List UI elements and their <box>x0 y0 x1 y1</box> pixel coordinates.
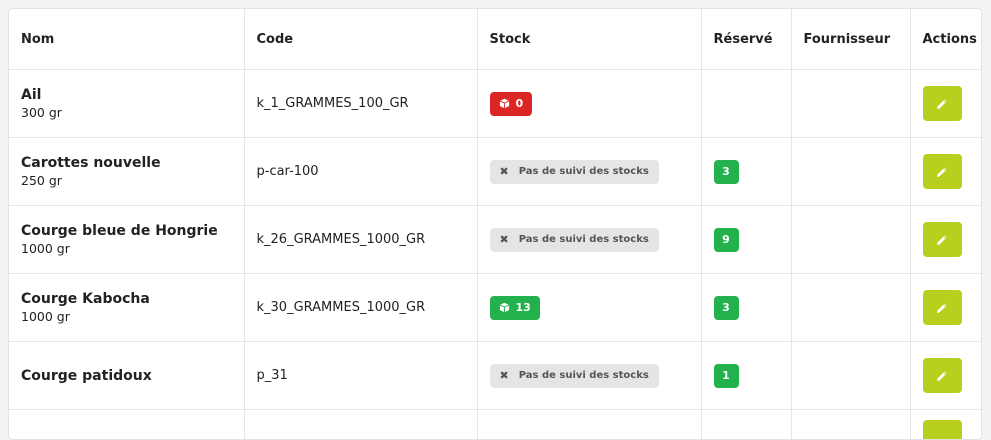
cell-actions <box>910 410 981 440</box>
header-nom: Nom <box>9 9 244 70</box>
product-quantity: 250 gr <box>21 172 232 190</box>
product-code: k_26_GRAMMES_1000_GR <box>257 232 426 247</box>
product-code: k_1_GRAMMES_100_GR <box>257 96 409 111</box>
cell-code: k_30_GRAMMES_1000_GR <box>244 274 477 342</box>
product-name: Courge Kabocha <box>21 290 232 308</box>
edit-button[interactable] <box>923 290 962 325</box>
table-row: Courge patidoux p_31 ✖ Pas de suivi des … <box>9 342 981 410</box>
reserve-badge: 3 <box>714 296 739 320</box>
table-row <box>9 410 981 440</box>
close-icon: ✖ <box>500 165 509 178</box>
cell-stock: ✖ Pas de suivi des stocks <box>477 206 701 274</box>
product-quantity: 1000 gr <box>21 240 232 258</box>
cell-fournisseur <box>791 206 910 274</box>
edit-button[interactable] <box>923 222 962 257</box>
cell-reserve: 9 <box>701 206 791 274</box>
product-quantity: 1000 gr <box>21 308 232 326</box>
product-quantity: 300 gr <box>21 104 232 122</box>
cell-nom <box>9 410 244 440</box>
reserve-badge: 9 <box>714 228 739 252</box>
cell-reserve <box>701 410 791 440</box>
edit-button[interactable] <box>923 420 962 440</box>
cell-code: k_1_GRAMMES_100_GR <box>244 70 477 138</box>
products-panel: Nom Code Stock Réservé Fournisseur Actio… <box>8 8 982 440</box>
pencil-icon <box>936 234 948 246</box>
header-code: Code <box>244 9 477 70</box>
products-table: Nom Code Stock Réservé Fournisseur Actio… <box>9 9 981 440</box>
header-reserve: Réservé <box>701 9 791 70</box>
product-code: p-car-100 <box>257 164 319 179</box>
cell-actions <box>910 70 981 138</box>
cell-code <box>244 410 477 440</box>
header-actions: Actions <box>910 9 981 70</box>
reserve-badge: 1 <box>714 364 739 388</box>
table-row: Ail 300 gr k_1_GRAMMES_100_GR 0 <box>9 70 981 138</box>
stock-label: Pas de suivi des stocks <box>519 166 649 177</box>
cell-nom: Courge bleue de Hongrie 1000 gr <box>9 206 244 274</box>
cell-nom: Courge patidoux <box>9 342 244 410</box>
pencil-icon <box>936 370 948 382</box>
edit-button[interactable] <box>923 154 962 189</box>
close-icon: ✖ <box>500 369 509 382</box>
cell-code: p-car-100 <box>244 138 477 206</box>
cell-nom: Carottes nouvelle 250 gr <box>9 138 244 206</box>
cell-stock: ✖ Pas de suivi des stocks <box>477 342 701 410</box>
stock-value: 0 <box>516 97 524 110</box>
stock-label: Pas de suivi des stocks <box>519 234 649 245</box>
header-stock: Stock <box>477 9 701 70</box>
close-icon: ✖ <box>500 233 509 246</box>
stock-label: Pas de suivi des stocks <box>519 370 649 381</box>
cell-fournisseur <box>791 70 910 138</box>
cell-stock <box>477 410 701 440</box>
cell-nom: Courge Kabocha 1000 gr <box>9 274 244 342</box>
pencil-icon <box>936 166 948 178</box>
cell-stock: ✖ Pas de suivi des stocks <box>477 138 701 206</box>
cell-actions <box>910 274 981 342</box>
pencil-icon <box>936 302 948 314</box>
cell-code: p_31 <box>244 342 477 410</box>
cell-fournisseur <box>791 274 910 342</box>
stock-untracked-badge: ✖ Pas de suivi des stocks <box>490 364 659 388</box>
reserve-badge: 3 <box>714 160 739 184</box>
cell-reserve <box>701 70 791 138</box>
cell-actions <box>910 342 981 410</box>
product-name: Carottes nouvelle <box>21 154 232 172</box>
stock-untracked-badge: ✖ Pas de suivi des stocks <box>490 160 659 184</box>
product-name: Courge bleue de Hongrie <box>21 222 232 240</box>
cell-fournisseur <box>791 342 910 410</box>
cell-stock: 0 <box>477 70 701 138</box>
cell-reserve: 3 <box>701 138 791 206</box>
table-header-row: Nom Code Stock Réservé Fournisseur Actio… <box>9 9 981 70</box>
box-icon <box>499 302 510 313</box>
table-row: Courge bleue de Hongrie 1000 gr k_26_GRA… <box>9 206 981 274</box>
stock-badge: 13 <box>490 296 540 320</box>
edit-button[interactable] <box>923 358 962 393</box>
table-row: Carottes nouvelle 250 gr p-car-100 ✖ Pas… <box>9 138 981 206</box>
product-code: k_30_GRAMMES_1000_GR <box>257 300 426 315</box>
stock-value: 13 <box>516 301 531 314</box>
table-row: Courge Kabocha 1000 gr k_30_GRAMMES_1000… <box>9 274 981 342</box>
cell-actions <box>910 206 981 274</box>
pencil-icon <box>936 98 948 110</box>
cell-code: k_26_GRAMMES_1000_GR <box>244 206 477 274</box>
cell-stock: 13 <box>477 274 701 342</box>
cell-fournisseur <box>791 410 910 440</box>
cell-nom: Ail 300 gr <box>9 70 244 138</box>
cell-reserve: 3 <box>701 274 791 342</box>
stock-badge: 0 <box>490 92 533 116</box>
box-icon <box>499 98 510 109</box>
edit-button[interactable] <box>923 86 962 121</box>
cell-reserve: 1 <box>701 342 791 410</box>
stock-untracked-badge: ✖ Pas de suivi des stocks <box>490 228 659 252</box>
cell-fournisseur <box>791 138 910 206</box>
product-code: p_31 <box>257 368 288 383</box>
product-name: Ail <box>21 86 232 104</box>
cell-actions <box>910 138 981 206</box>
product-name: Courge patidoux <box>21 367 232 385</box>
header-fournisseur: Fournisseur <box>791 9 910 70</box>
